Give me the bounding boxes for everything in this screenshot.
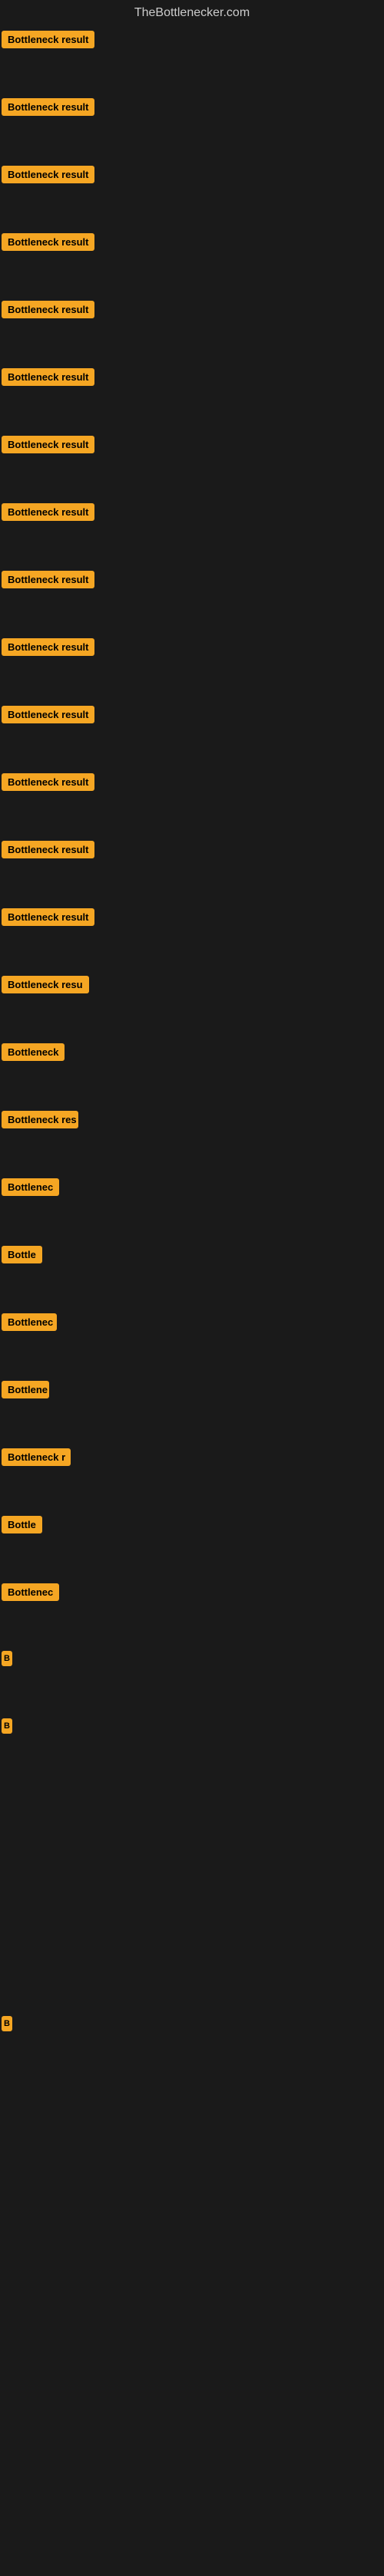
bottleneck-item-15: Bottleneck resu — [0, 968, 384, 1036]
bottleneck-badge-1[interactable]: Bottleneck result — [2, 31, 94, 48]
bottleneck-item-14: Bottleneck result — [0, 901, 384, 968]
bottleneck-item-4: Bottleneck result — [0, 226, 384, 293]
empty-gap-2 — [0, 2076, 384, 2306]
bottleneck-item-25: B — [0, 1643, 384, 1711]
bottleneck-item-7: Bottleneck result — [0, 428, 384, 496]
bottleneck-item-23: Bottle — [0, 1508, 384, 1576]
bottleneck-badge-11[interactable]: Bottleneck result — [2, 706, 94, 723]
bottleneck-badge-23[interactable]: Bottle — [2, 1516, 42, 1533]
bottleneck-badge-13[interactable]: Bottleneck result — [2, 841, 94, 858]
bottleneck-badge-25[interactable]: B — [2, 1651, 12, 1666]
bottleneck-badge-15[interactable]: Bottleneck resu — [2, 976, 89, 993]
bottleneck-badge-3[interactable]: Bottleneck result — [2, 166, 94, 183]
bottleneck-badge-5[interactable]: Bottleneck result — [2, 301, 94, 318]
bottleneck-item-19: Bottle — [0, 1238, 384, 1306]
bottleneck-badge-26[interactable]: B — [2, 1718, 12, 1734]
bottleneck-item-12: Bottleneck result — [0, 766, 384, 833]
spacer-2 — [0, 2373, 384, 2441]
empty-gap-1 — [0, 1778, 384, 2008]
bottleneck-item-1: Bottleneck result — [0, 23, 384, 91]
bottleneck-badge-22[interactable]: Bottleneck r — [2, 1448, 71, 1466]
bottleneck-item-11: Bottleneck result — [0, 698, 384, 766]
bottleneck-item-9: Bottleneck result — [0, 563, 384, 631]
bottleneck-badge-7[interactable]: Bottleneck result — [2, 436, 94, 453]
bottleneck-item-16: Bottleneck — [0, 1036, 384, 1103]
spacer-3 — [0, 2441, 384, 2508]
bottleneck-item-20: Bottlenec — [0, 1306, 384, 1373]
bottleneck-item-24: Bottlenec — [0, 1576, 384, 1643]
bottleneck-item-5: Bottleneck result — [0, 293, 384, 361]
bottleneck-item-2: Bottleneck result — [0, 91, 384, 158]
bottleneck-badge-2[interactable]: Bottleneck result — [2, 98, 94, 116]
bottleneck-badge-17[interactable]: Bottleneck res — [2, 1111, 78, 1128]
bottleneck-badge-10[interactable]: Bottleneck result — [2, 638, 94, 656]
bottleneck-badge-16[interactable]: Bottleneck — [2, 1043, 65, 1061]
bottleneck-item-26: B — [0, 1711, 384, 1778]
bottleneck-item-17: Bottleneck res — [0, 1103, 384, 1171]
bottleneck-badge-20[interactable]: Bottlenec — [2, 1313, 57, 1331]
bottleneck-badge-12[interactable]: Bottleneck result — [2, 773, 94, 791]
page-container: TheBottlenecker.com Bottleneck result Bot… — [0, 0, 384, 2576]
bottleneck-item-3: Bottleneck result — [0, 158, 384, 226]
bottleneck-badge-14[interactable]: Bottleneck result — [2, 908, 94, 926]
bottleneck-badge-18[interactable]: Bottlenec — [2, 1178, 59, 1196]
spacer-4 — [0, 2508, 384, 2576]
bottleneck-badge-21[interactable]: Bottlene — [2, 1381, 49, 1398]
bottleneck-item-13: Bottleneck result — [0, 833, 384, 901]
late-bottleneck-item: B — [0, 2008, 384, 2076]
bottleneck-item-6: Bottleneck result — [0, 361, 384, 428]
site-title: TheBottlenecker.com — [0, 0, 384, 23]
bottleneck-badge-6[interactable]: Bottleneck result — [2, 368, 94, 386]
bottleneck-item-21: Bottlene — [0, 1373, 384, 1441]
bottleneck-badge-4[interactable]: Bottleneck result — [2, 233, 94, 251]
bottleneck-item-8: Bottleneck result — [0, 496, 384, 563]
bottleneck-item-10: Bottleneck result — [0, 631, 384, 698]
bottleneck-item-18: Bottlenec — [0, 1171, 384, 1238]
bottleneck-badge-9[interactable]: Bottleneck result — [2, 571, 94, 588]
bottleneck-badge-19[interactable]: Bottle — [2, 1246, 42, 1263]
bottleneck-badge-8[interactable]: Bottleneck result — [2, 503, 94, 521]
bottleneck-item-22: Bottleneck r — [0, 1441, 384, 1508]
spacer-1 — [0, 2306, 384, 2373]
bottleneck-badge-24[interactable]: Bottlenec — [2, 1583, 59, 1601]
late-bottleneck-badge[interactable]: B — [2, 2016, 12, 2031]
